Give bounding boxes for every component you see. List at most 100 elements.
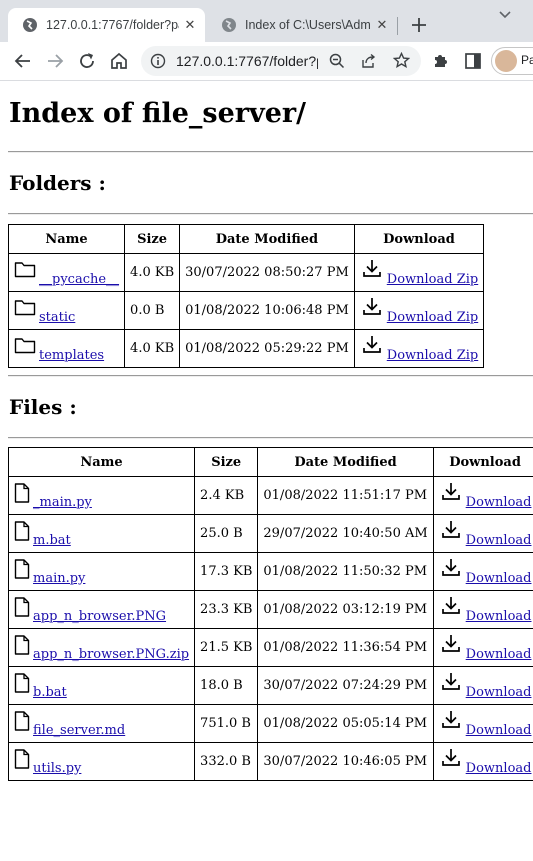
column-header: Size: [124, 224, 181, 254]
download-icon[interactable]: [439, 519, 461, 543]
download-cell: Download Zip: [353, 253, 485, 292]
download-link[interactable]: Download: [466, 495, 532, 510]
download-icon[interactable]: [439, 595, 461, 619]
tab-active[interactable]: 127.0.0.1:7767/folder?path= ✕: [8, 8, 205, 42]
tab-title: 127.0.0.1:7767/folder?path=: [46, 18, 179, 32]
reload-icon[interactable]: [77, 51, 97, 71]
download-cell: Download: [432, 742, 533, 781]
table-row: m.bat 25.0 B 29/07/2022 10:40:50 AM Downloa…: [7, 514, 533, 553]
info-icon[interactable]: [150, 53, 166, 69]
download-icon[interactable]: [360, 296, 382, 320]
item-link[interactable]: _main.py: [33, 495, 92, 510]
date-cell: 01/08/2022 10:06:48 PM: [179, 291, 355, 330]
download-link[interactable]: Download Zip: [387, 348, 478, 363]
download-icon[interactable]: [360, 334, 382, 358]
date-cell: 01/08/2022 03:12:19 PM: [257, 590, 434, 629]
download-cell: Download: [432, 552, 533, 591]
table-header-row: Name Size Date Modified Download: [7, 224, 485, 254]
column-header: Download: [353, 224, 485, 254]
download-link[interactable]: Download Zip: [387, 310, 478, 325]
folders-table: Name Size Date Modified Download __pycac…: [7, 224, 485, 368]
item-link[interactable]: templates: [39, 348, 104, 363]
file-icon: [14, 747, 30, 773]
divider: [8, 437, 533, 439]
download-icon[interactable]: [360, 258, 382, 282]
size-cell: 2.4 KB: [194, 476, 259, 515]
name-cell: utils.py: [7, 742, 196, 781]
download-cell: Download: [432, 590, 533, 629]
avatar: [495, 50, 517, 72]
table-row: main.py 17.3 KB 01/08/2022 11:50:32 PM Down…: [7, 552, 533, 591]
size-cell: 17.3 KB: [194, 552, 259, 591]
name-cell: app_n_browser.PNG.zip: [7, 628, 196, 667]
name-cell: _main.py: [7, 476, 196, 515]
size-cell: 21.5 KB: [194, 628, 259, 667]
file-icon: [14, 481, 30, 507]
download-cell: Download: [432, 514, 533, 553]
date-cell: 30/07/2022 07:24:29 PM: [257, 666, 434, 705]
column-header: Date Modified: [257, 447, 434, 477]
files-heading: Files :: [9, 395, 77, 419]
share-icon[interactable]: [361, 53, 377, 69]
table-row: app_n_browser.PNG 23.3 KB 01/08/2022 03:12…: [7, 590, 533, 629]
date-cell: 30/07/2022 10:46:05 PM: [257, 742, 434, 781]
name-cell: static: [7, 291, 126, 330]
side-panel-icon[interactable]: [463, 51, 483, 71]
name-cell: b.bat: [7, 666, 196, 705]
globe-icon: [222, 18, 236, 32]
download-link[interactable]: Download: [466, 609, 532, 624]
column-header: Name: [7, 447, 196, 477]
page-title: Index of file_server/: [9, 98, 306, 129]
table-header-row: Name Size Date Modified Download: [7, 447, 533, 477]
divider: [8, 213, 533, 215]
item-link[interactable]: static: [39, 310, 75, 325]
item-link[interactable]: utils.py: [33, 761, 81, 776]
download-icon[interactable]: [439, 671, 461, 695]
tab-strip: 127.0.0.1:7767/folder?path= ✕ Index of C…: [0, 0, 533, 42]
download-link[interactable]: Download: [466, 685, 532, 700]
download-icon[interactable]: [439, 747, 461, 771]
folder-icon: [14, 296, 36, 320]
tab-close-icon[interactable]: ✕: [371, 17, 393, 33]
item-link[interactable]: app_n_browser.PNG.zip: [33, 647, 189, 662]
item-link[interactable]: main.py: [33, 571, 85, 586]
profile-button[interactable]: Pa: [491, 47, 533, 75]
folders-heading: Folders :: [9, 171, 106, 195]
tab-title: Index of C:\Users\Admin\: [245, 18, 371, 32]
zoom-out-icon[interactable]: [329, 53, 345, 69]
extensions-icon[interactable]: [430, 51, 450, 71]
star-icon[interactable]: [393, 52, 410, 69]
item-link[interactable]: __pycache__: [39, 272, 119, 287]
download-link[interactable]: Download: [466, 533, 532, 548]
item-link[interactable]: app_n_browser.PNG: [33, 609, 166, 624]
download-icon[interactable]: [439, 709, 461, 733]
file-icon: [14, 595, 30, 621]
download-link[interactable]: Download: [466, 761, 532, 776]
tab-close-icon[interactable]: ✕: [179, 17, 201, 33]
tab-inactive[interactable]: Index of C:\Users\Admin\ ✕: [207, 8, 397, 42]
item-link[interactable]: b.bat: [33, 685, 67, 700]
files-table: Name Size Date Modified Download _main.p…: [7, 447, 533, 781]
file-icon: [14, 709, 30, 735]
name-cell: app_n_browser.PNG: [7, 590, 196, 629]
page-content: Index of file_server/ Folders : Name Siz…: [0, 81, 533, 861]
home-icon[interactable]: [109, 51, 129, 71]
download-icon[interactable]: [439, 633, 461, 657]
table-row: templates 4.0 KB 01/08/2022 05:29:22 PM Dow…: [7, 329, 485, 368]
download-cell: Download Zip: [353, 329, 485, 368]
item-link[interactable]: m.bat: [33, 533, 71, 548]
download-link[interactable]: Download: [466, 647, 532, 662]
download-link[interactable]: Download Zip: [387, 272, 478, 287]
back-arrow-icon[interactable]: [13, 51, 33, 71]
chevron-down-icon[interactable]: [496, 8, 514, 22]
download-link[interactable]: Download: [466, 723, 532, 738]
forward-arrow-icon[interactable]: [45, 51, 65, 71]
item-link[interactable]: file_server.md: [33, 723, 125, 738]
date-cell: 01/08/2022 11:50:32 PM: [257, 552, 434, 591]
download-link[interactable]: Download: [466, 571, 532, 586]
download-icon[interactable]: [439, 481, 461, 505]
download-icon[interactable]: [439, 557, 461, 581]
size-cell: 4.0 KB: [124, 329, 181, 368]
url-text[interactable]: 127.0.0.1:7767/folder?path=: [176, 53, 318, 69]
new-tab-icon[interactable]: [408, 14, 430, 36]
